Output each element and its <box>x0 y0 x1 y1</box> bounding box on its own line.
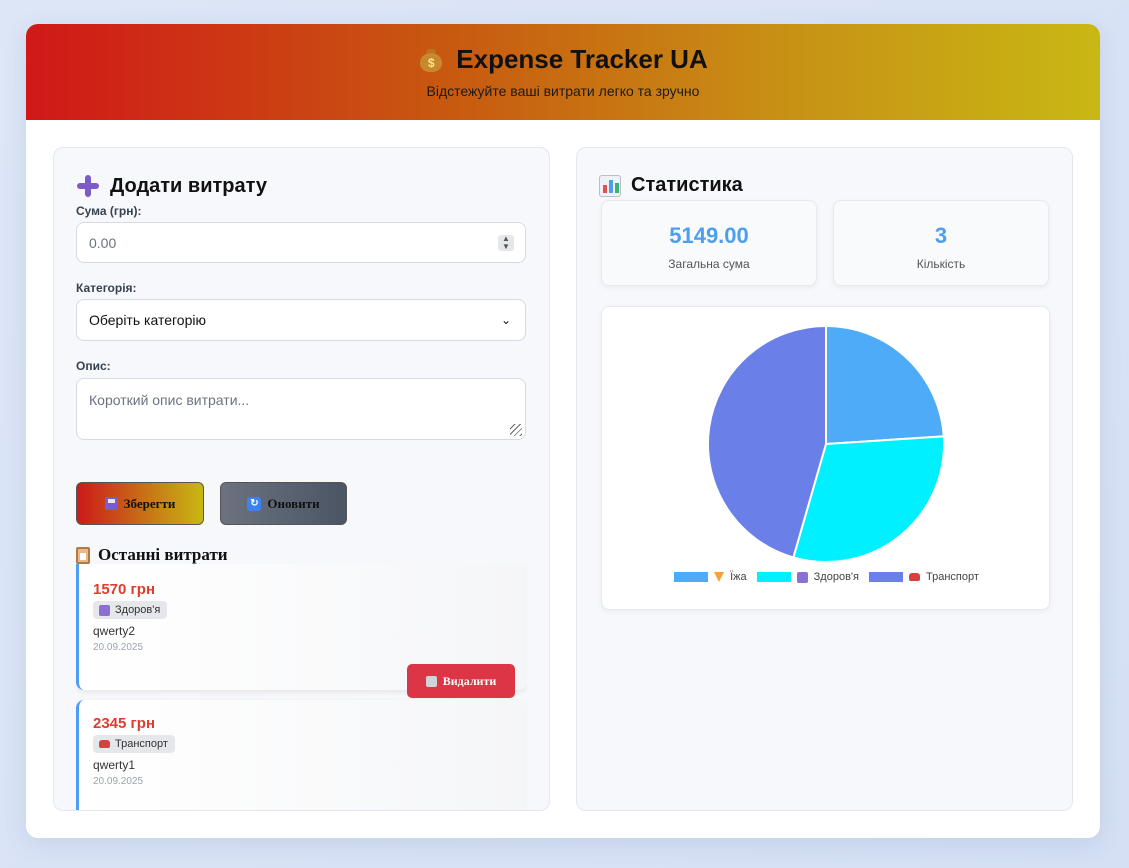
legend-item-health[interactable]: Здоров'я <box>756 571 859 583</box>
amount-label: Сума (грн): <box>76 204 142 218</box>
delete-button[interactable]: Видалити <box>407 664 515 698</box>
save-button-label: Зберегти <box>123 495 176 511</box>
app-container: $ Expense Tracker UA Відстежуйте ваші ви… <box>26 24 1100 838</box>
recent-expenses-title: Останні витрати <box>76 545 228 565</box>
category-badge: Транспорт <box>93 735 175 753</box>
app-title-row: $ Expense Tracker UA <box>26 24 1100 75</box>
legend-label: Транспорт <box>925 571 979 583</box>
app-title: Expense Tracker UA <box>456 44 708 74</box>
description-label: Опис: <box>76 359 111 373</box>
category-select[interactable]: Оберіть категорію ⌄ <box>76 299 526 341</box>
money-bag-icon: $ <box>418 47 444 73</box>
legend-item-food[interactable]: Їжа <box>674 571 747 583</box>
chart-card: Їжа Здоров'я Транспорт <box>601 306 1050 610</box>
pizza-icon <box>714 572 725 582</box>
category-badge-text: Транспорт <box>115 738 168 750</box>
category-label: Категорія: <box>76 281 137 295</box>
delete-button-label: Видалити <box>442 673 497 688</box>
legend-item-transport[interactable]: Транспорт <box>868 571 979 583</box>
statistics-title-text: Статистика <box>631 174 743 196</box>
health-icon <box>796 571 808 583</box>
legend-swatch <box>868 572 903 582</box>
count-label: Кількість <box>916 257 966 271</box>
clipboard-icon <box>76 546 90 564</box>
total-label: Загальна сума <box>668 257 750 271</box>
count-card: 3 Кількість <box>833 200 1049 286</box>
add-expense-title-text: Додати витрату <box>110 174 268 197</box>
expense-description: qwerty1 <box>93 758 136 772</box>
description-placeholder: Короткий опис витрати... <box>89 392 250 408</box>
expense-list[interactable]: 1570 грн Здоров'я qwerty2 20.09.2025 Вид… <box>76 564 527 810</box>
legend-label: Їжа <box>730 571 747 583</box>
category-selected: Оберіть категорію <box>89 312 206 328</box>
expense-item: 2345 грн Транспорт qwerty1 20.09.2025 <box>76 700 527 810</box>
resize-grip-icon[interactable] <box>510 424 522 436</box>
legend-swatch <box>674 572 709 582</box>
count-value: 3 <box>934 223 948 248</box>
refresh-button[interactable]: ↻ Оновити <box>220 482 347 525</box>
app-subtitle: Відстежуйте ваші витрати легко та зручно <box>426 83 700 99</box>
chevron-down-icon: ⌄ <box>500 313 511 327</box>
health-icon <box>99 604 110 616</box>
expense-amount: 2345 грн <box>93 715 156 732</box>
pie-chart <box>707 324 945 563</box>
total-value: 5149.00 <box>669 223 749 248</box>
car-icon <box>908 573 920 581</box>
category-badge-text: Здоров'я <box>115 604 161 616</box>
add-expense-panel: Додати витрату Сума (грн): 0.00 ▲ ▼ Катег… <box>53 147 550 811</box>
legend-swatch <box>756 572 791 582</box>
description-textarea[interactable]: Короткий опис витрати... <box>76 378 526 440</box>
statistics-panel: Статистика 5149.00 Загальна сума 3 Кільк… <box>576 147 1073 811</box>
amount-placeholder: 0.00 <box>89 234 117 251</box>
legend-label: Здоров'я <box>813 571 859 583</box>
add-expense-title: Додати витрату <box>76 174 267 198</box>
expense-date: 20.09.2025 <box>93 776 144 787</box>
category-badge: Здоров'я <box>93 601 168 619</box>
bar-chart-icon <box>599 174 621 197</box>
pie-slice-food[interactable] <box>825 324 945 446</box>
total-card: 5149.00 Загальна сума <box>601 200 817 286</box>
save-button[interactable]: Зберегти <box>76 482 204 525</box>
header: $ Expense Tracker UA Відстежуйте ваші ви… <box>26 24 1100 120</box>
recent-expenses-title-text: Останні витрати <box>98 545 228 564</box>
chart-legend: Їжа Здоров'я Транспорт <box>602 571 1051 583</box>
number-spinner[interactable]: ▲ ▼ <box>498 235 514 251</box>
expense-amount: 1570 грн <box>93 581 156 598</box>
amount-input[interactable]: 0.00 ▲ ▼ <box>76 222 526 263</box>
car-icon <box>99 740 110 748</box>
expense-item: 1570 грн Здоров'я qwerty2 20.09.2025 Вид… <box>76 564 527 698</box>
refresh-button-label: Оновити <box>267 495 320 511</box>
floppy-disk-icon <box>104 497 118 510</box>
statistics-title: Статистика <box>599 174 743 197</box>
expense-description: qwerty2 <box>93 624 136 638</box>
expense-date: 20.09.2025 <box>93 642 144 653</box>
refresh-icon: ↻ <box>247 496 262 511</box>
trash-icon <box>425 675 437 687</box>
plus-icon <box>76 174 100 198</box>
